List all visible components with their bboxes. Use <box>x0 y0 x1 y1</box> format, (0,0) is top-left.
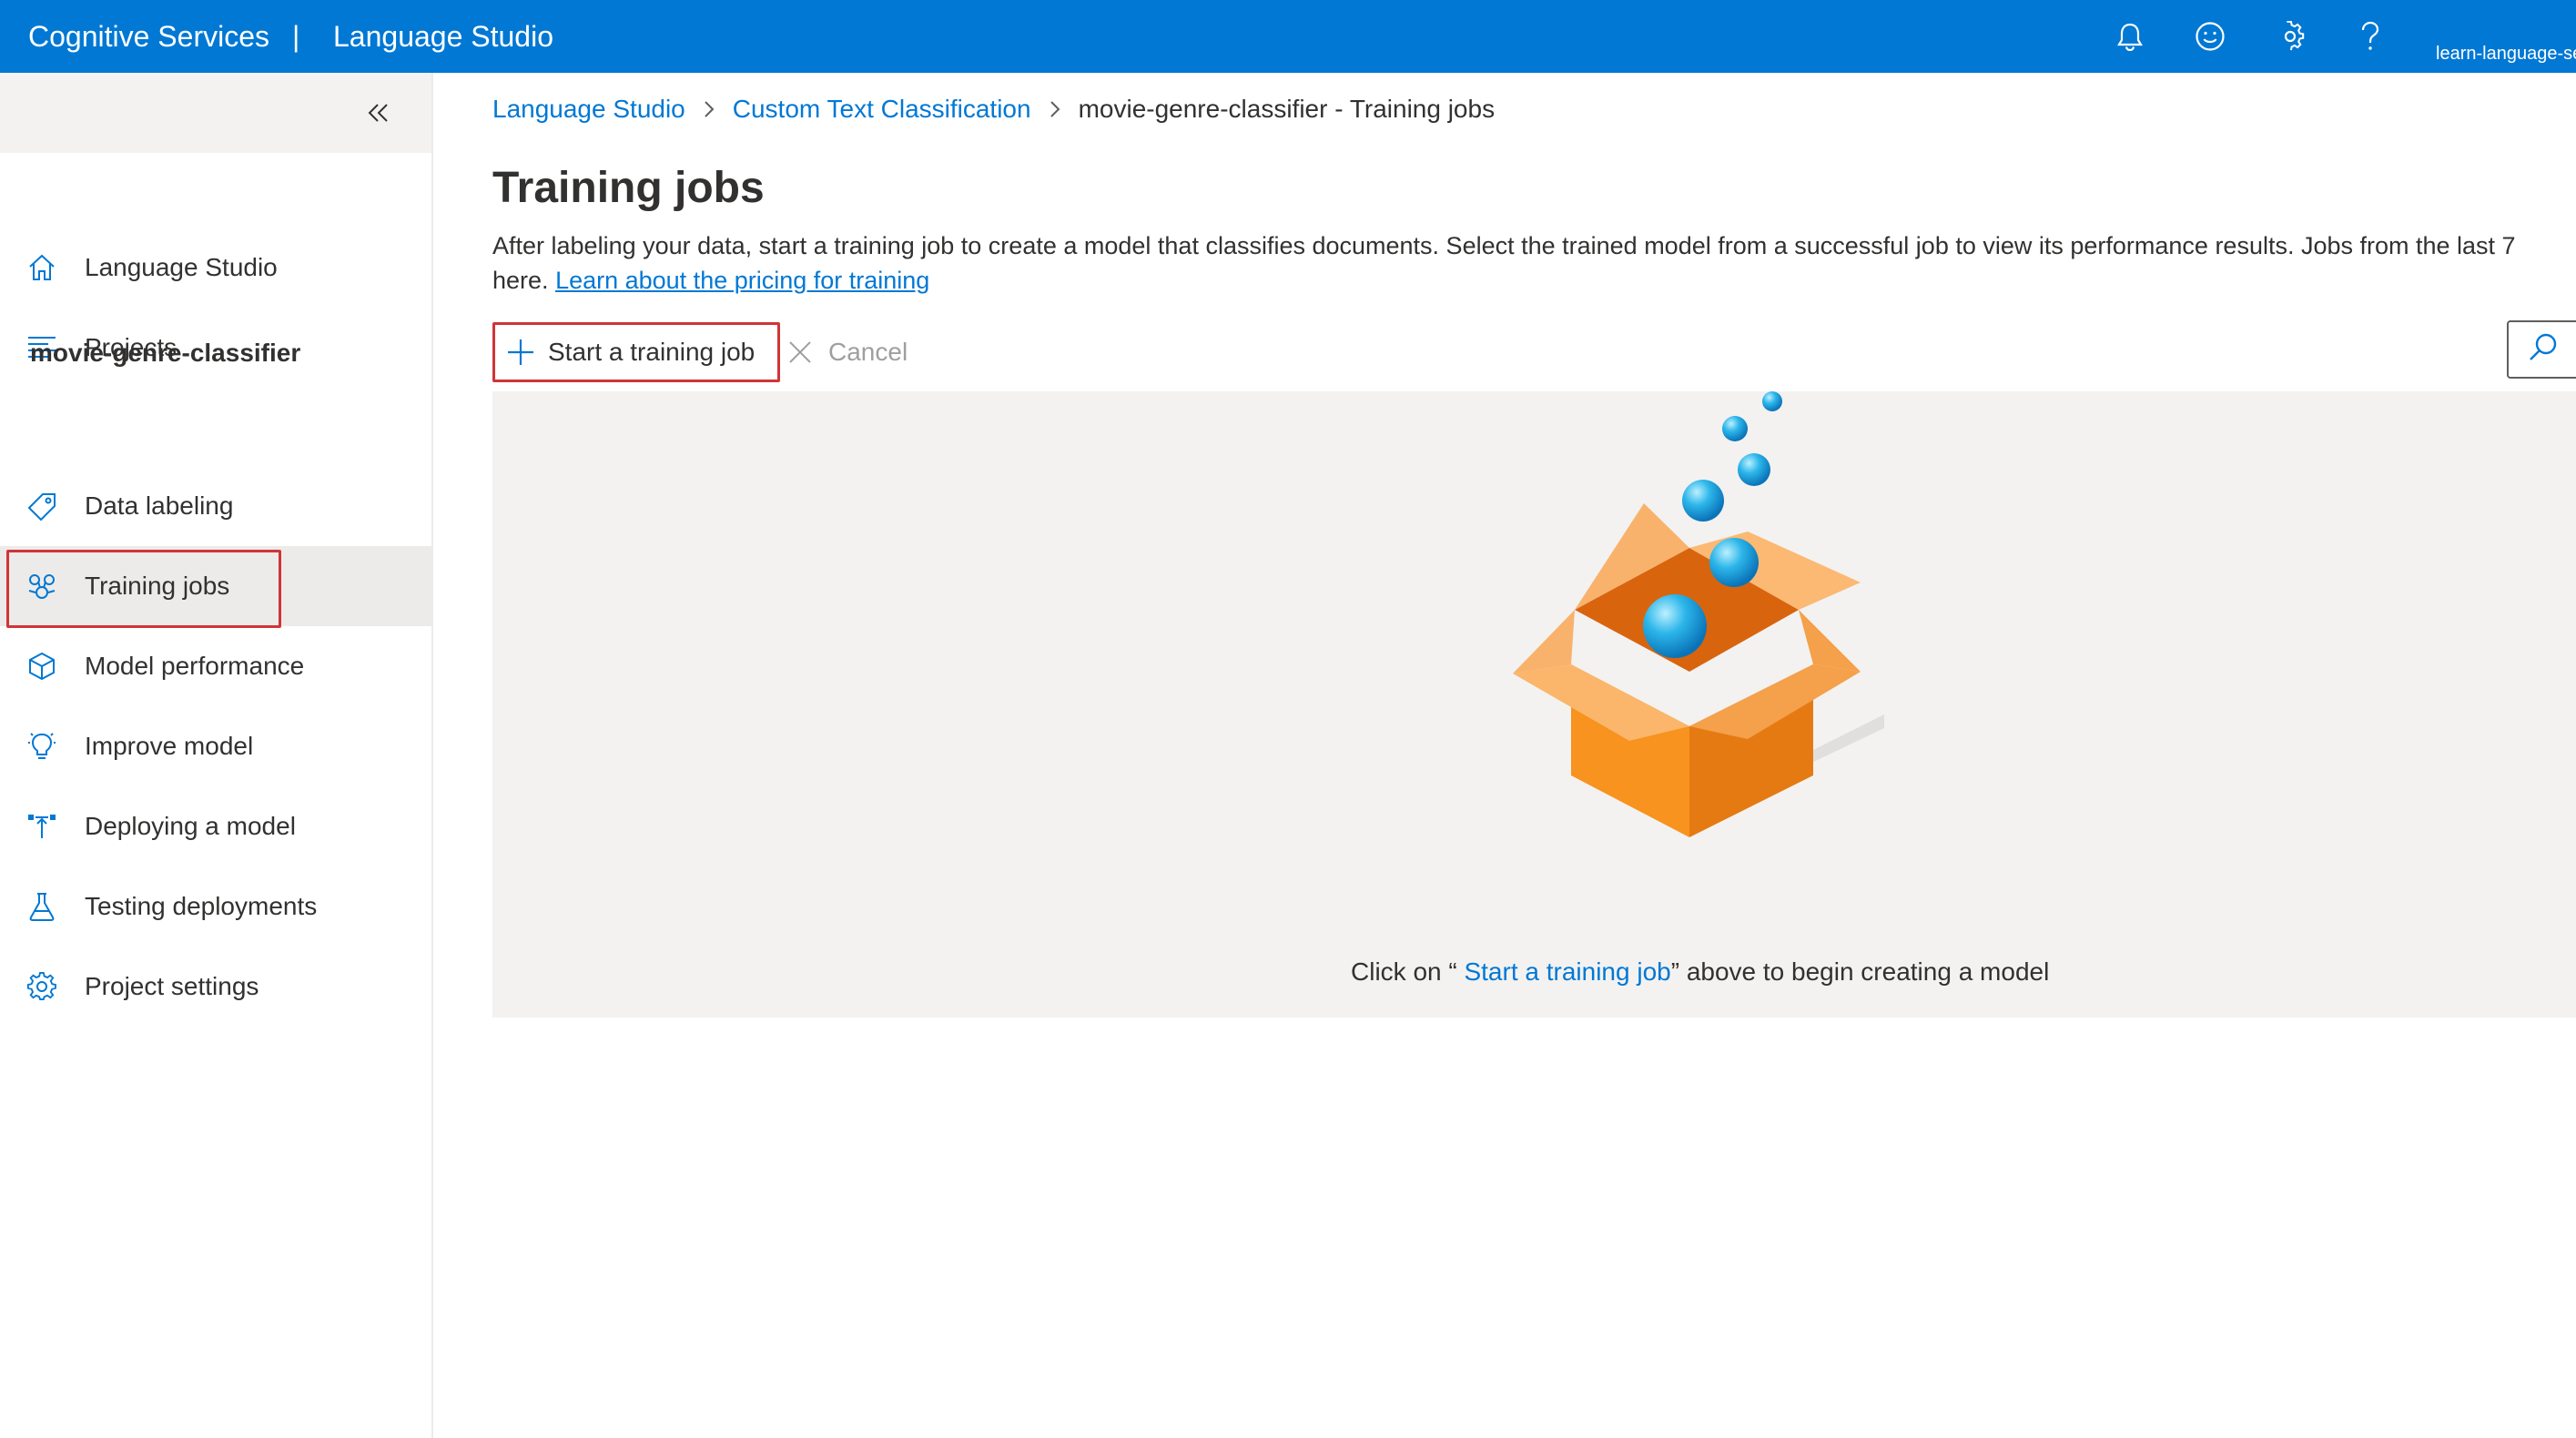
page-description: After labeling your data, start a traini… <box>492 232 2516 259</box>
gear-icon[interactable] <box>2270 16 2310 56</box>
cancel-button[interactable]: Cancel <box>788 322 908 382</box>
brand-separator: | <box>292 20 300 53</box>
sidebar-item-label: Data labeling <box>85 491 234 520</box>
sidebar-item-training-jobs[interactable]: Training jobs <box>0 546 431 628</box>
sidebar-item-model-performance[interactable]: Model performance <box>0 626 431 706</box>
sidebar-item-label: Training jobs <box>85 572 230 600</box>
sidebar-item-label: Model performance <box>85 652 305 680</box>
empty-state-prefix: Click on “ <box>1351 957 1465 986</box>
bubble <box>1762 391 1782 411</box>
breadcrumb-current: movie-genre-classifier - Training jobs <box>1078 95 1496 123</box>
empty-state-start-link[interactable]: Start a training job <box>1464 957 1670 986</box>
chevron-right-icon <box>704 100 715 118</box>
open-box-illustration <box>1513 391 1884 837</box>
lightbulb-icon <box>25 730 58 763</box>
sidebar-item-testing-deployments[interactable]: Testing deployments <box>0 866 431 947</box>
sidebar-item-label: Language Studio <box>85 253 278 281</box>
smiley-icon[interactable] <box>2190 16 2230 56</box>
tag-icon <box>25 490 58 522</box>
empty-state-suffix: ” above to begin creating a model <box>1670 957 2050 986</box>
cancel-label: Cancel <box>828 338 908 366</box>
help-icon[interactable] <box>2350 16 2390 56</box>
sidebar-item-language-studio[interactable]: Language Studio <box>0 228 431 308</box>
project-name: movie-genre-classifier <box>30 339 301 367</box>
sidebar-item-label: Project settings <box>85 972 259 1000</box>
bubble <box>1722 416 1748 441</box>
account-name[interactable]: learn-language-se <box>2436 44 2576 64</box>
brain-icon <box>25 570 58 603</box>
sidebar-item-data-labeling[interactable]: Data labeling <box>0 466 431 546</box>
search-icon <box>2528 332 2559 368</box>
search-button[interactable] <box>2507 320 2576 379</box>
bubble <box>1709 538 1759 587</box>
description-prefix: here. <box>492 267 549 294</box>
gear-icon <box>25 970 58 1003</box>
sidebar: Language Studio Projects movie-genre-cla… <box>0 73 433 1438</box>
start-training-job-button[interactable]: Start a training job <box>492 322 780 382</box>
sidebar-item-label: Deploying a model <box>85 812 296 840</box>
brand-title[interactable]: Cognitive Services <box>28 20 269 53</box>
flask-icon <box>25 890 58 923</box>
top-bar: Cognitive Services | Language Studio lea… <box>0 0 2576 73</box>
breadcrumb-item-custom-text-classification[interactable]: Custom Text Classification <box>733 95 1031 124</box>
pricing-link[interactable]: Learn about the pricing for training <box>555 267 929 294</box>
breadcrumb-item-language-studio[interactable]: Language Studio <box>492 95 685 124</box>
plus-icon <box>506 338 535 367</box>
bubble <box>1682 480 1724 522</box>
bell-icon[interactable] <box>2110 16 2150 56</box>
sidebar-item-label: Testing deployments <box>85 892 318 920</box>
cube-icon <box>25 650 58 683</box>
double-chevron-left-icon[interactable] <box>360 95 397 131</box>
bubble <box>1643 594 1707 658</box>
chevron-right-icon <box>1050 100 1060 118</box>
breadcrumb: Language Studio Custom Text Classificati… <box>492 91 1495 127</box>
start-training-job-label: Start a training job <box>548 338 756 366</box>
sidebar-collapse-row <box>0 73 431 153</box>
empty-state-message: Click on “ Start a training job” above t… <box>1351 956 2049 988</box>
product-title[interactable]: Language Studio <box>333 20 553 53</box>
sidebar-item-label: Improve model <box>85 732 254 760</box>
sidebar-item-project-settings[interactable]: Project settings <box>0 947 431 1027</box>
bubble <box>1738 453 1770 486</box>
sidebar-item-improve-model[interactable]: Improve model <box>0 706 431 786</box>
sidebar-item-deploying-a-model[interactable]: Deploying a model <box>0 786 431 866</box>
deploy-icon <box>25 810 58 843</box>
page-description-line2: here. Learn about the pricing for traini… <box>492 264 929 297</box>
home-icon <box>25 251 58 284</box>
close-icon <box>788 340 812 364</box>
page-title: Training jobs <box>492 164 765 212</box>
